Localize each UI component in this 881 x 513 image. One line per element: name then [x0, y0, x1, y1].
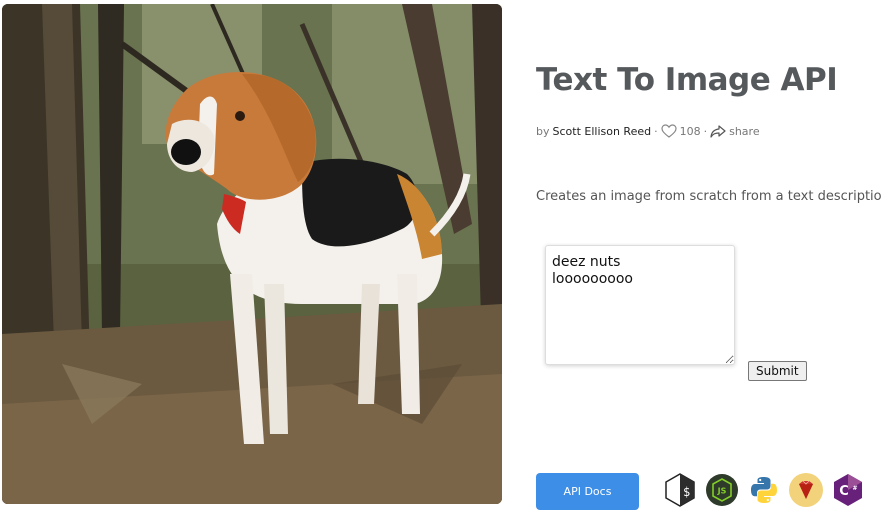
- terminal-icon[interactable]: $: [662, 472, 698, 508]
- byline-separator: ·: [703, 124, 708, 138]
- language-icons: $ JS C #: [662, 472, 866, 508]
- prompt-input[interactable]: [545, 245, 735, 365]
- api-docs-button[interactable]: API Docs: [536, 473, 639, 510]
- submit-button[interactable]: Submit: [748, 361, 807, 381]
- byline: by Scott Ellison Reed · 108 · share: [536, 124, 760, 138]
- svg-text:C: C: [839, 484, 849, 499]
- svg-text:$: $: [683, 485, 690, 499]
- byline-separator: ·: [654, 124, 658, 138]
- page-description: Creates an image from scratch from a tex…: [536, 189, 881, 204]
- python-icon[interactable]: [746, 472, 782, 508]
- byline-prefix: by: [536, 124, 550, 138]
- csharp-icon[interactable]: C #: [830, 472, 866, 508]
- svg-text:#: #: [852, 485, 857, 492]
- page-title: Text To Image API: [536, 62, 838, 98]
- svg-text:JS: JS: [717, 487, 727, 496]
- share-icon[interactable]: [710, 124, 726, 138]
- heart-icon[interactable]: [661, 124, 677, 138]
- ruby-icon[interactable]: [788, 472, 824, 508]
- author-link[interactable]: Scott Ellison Reed: [553, 125, 652, 138]
- nodejs-icon[interactable]: JS: [704, 472, 740, 508]
- hero-image: [2, 4, 502, 504]
- share-link[interactable]: share: [729, 125, 760, 138]
- like-count: 108: [679, 124, 701, 138]
